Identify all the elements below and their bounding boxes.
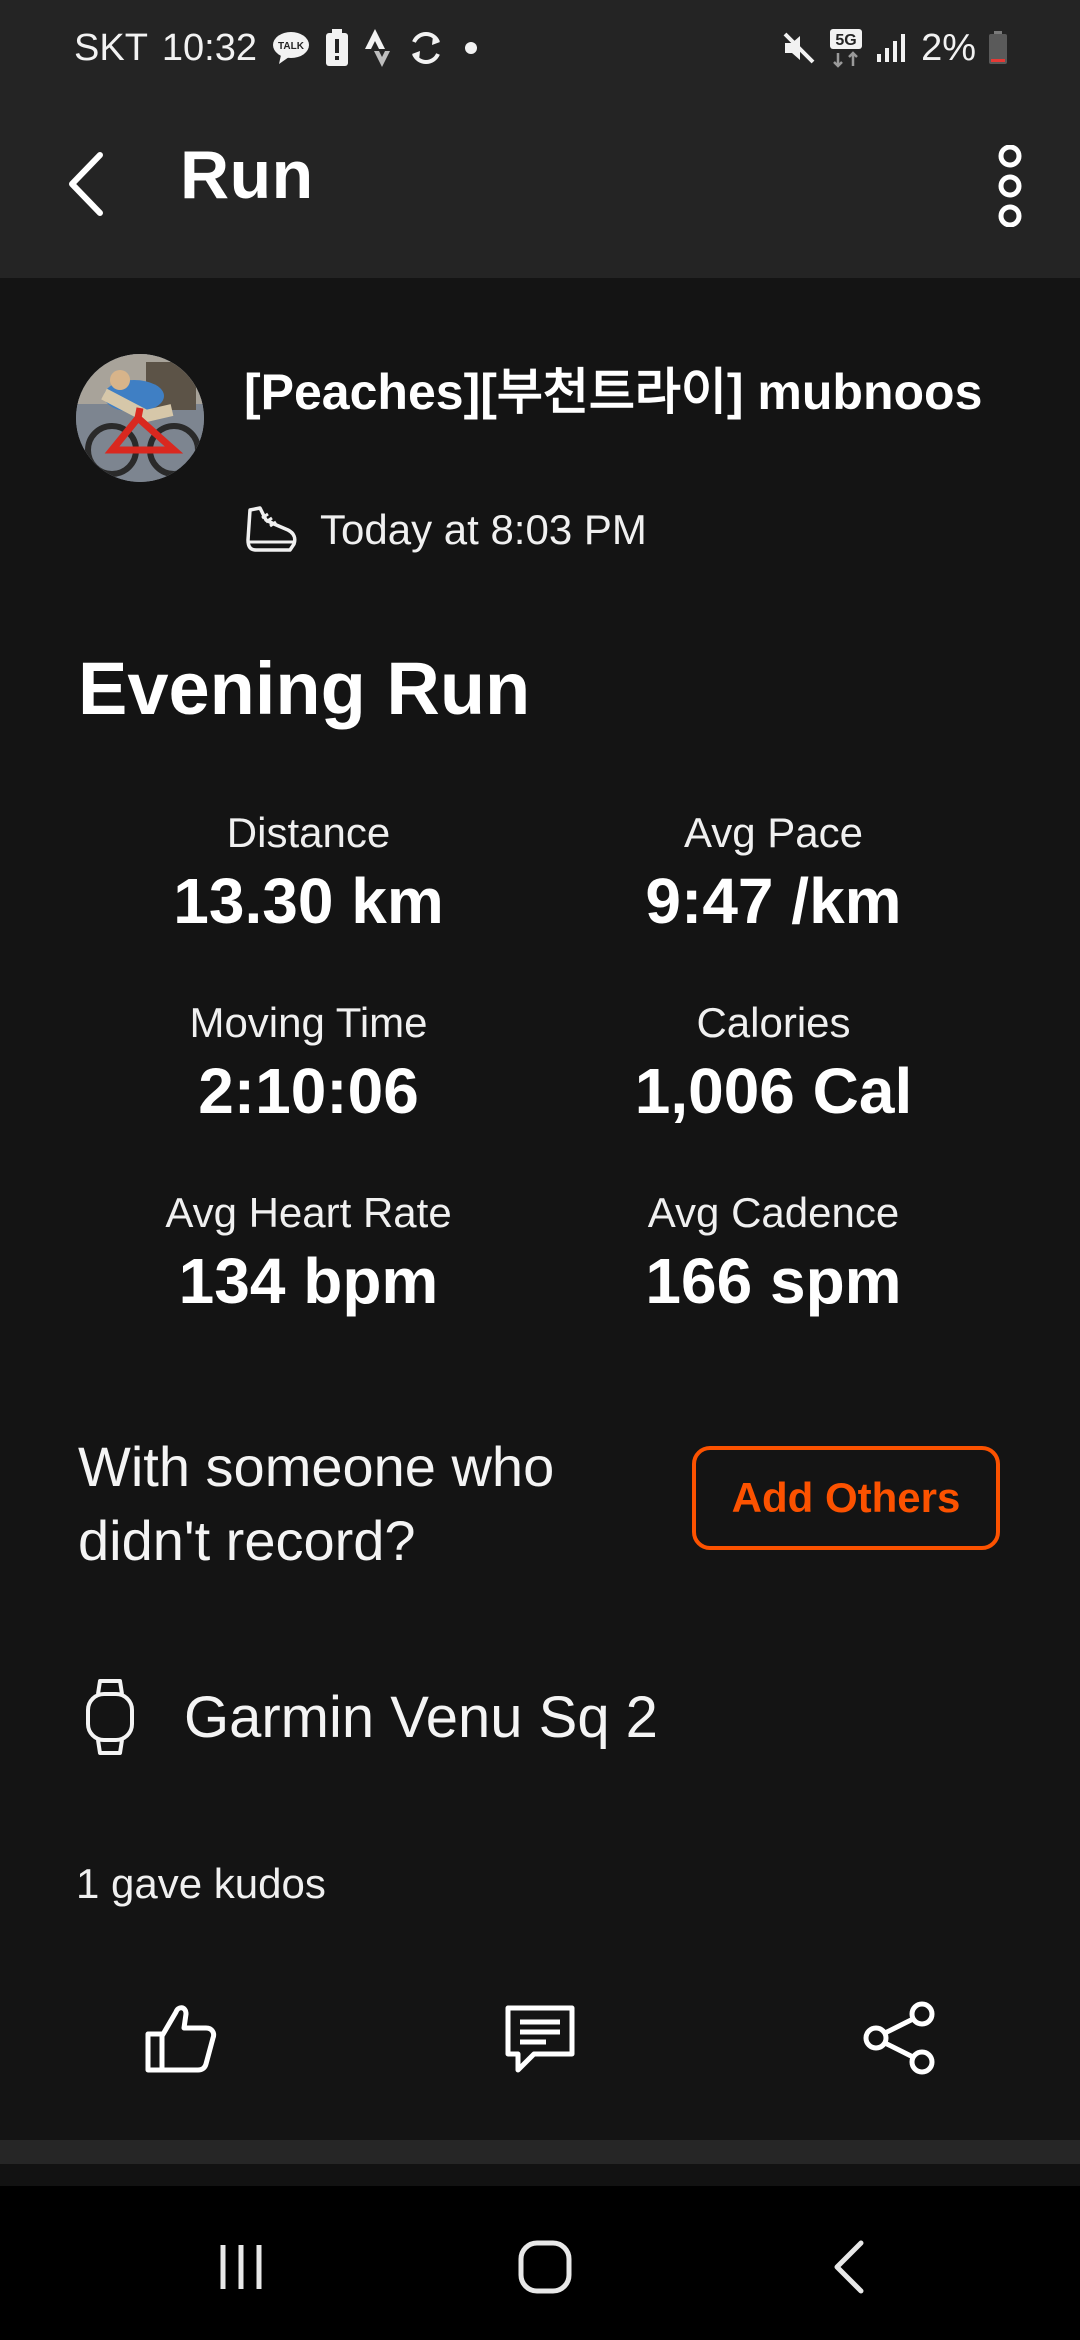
recent-apps-icon xyxy=(220,2245,262,2289)
battery-alert-icon xyxy=(325,29,349,67)
stat-value: 166 spm xyxy=(645,1245,902,1317)
comment-icon xyxy=(505,2005,575,2073)
thumbs-up-icon xyxy=(145,2005,217,2073)
athlete-header[interactable]: [Peaches][부천트라이] mubnoos Today at 8:03 P… xyxy=(76,354,1006,574)
kudos-count[interactable]: 1 gave kudos xyxy=(76,1860,326,1908)
stat-label: Calories xyxy=(696,999,851,1046)
activity-title: Evening Run xyxy=(78,647,531,730)
app-bar: Run xyxy=(0,96,1080,278)
back-button[interactable] xyxy=(56,144,116,224)
page-title: Run xyxy=(180,137,314,213)
battery-percent: 2% xyxy=(921,26,976,69)
stat-label: Distance xyxy=(226,809,391,856)
kudos-button[interactable] xyxy=(120,1978,240,2098)
with-others-prompt: With someone who didn't record? xyxy=(78,1435,555,1572)
stat-value: 2:10:06 xyxy=(198,1055,419,1127)
back-arrow-icon xyxy=(834,2240,864,2294)
stat-label: Avg Pace xyxy=(683,809,863,856)
battery-low-icon xyxy=(988,31,1008,65)
recent-apps-button[interactable] xyxy=(196,2222,286,2312)
stat-label: Moving Time xyxy=(189,999,428,1046)
share-icon xyxy=(863,2001,935,2075)
system-nav-bar xyxy=(0,2186,1080,2340)
section-divider xyxy=(0,2140,1080,2164)
network-5g-icon: 5G xyxy=(829,28,863,68)
stat-avg-pace: Avg Pace 9:47 /km xyxy=(541,808,1006,944)
athlete-name[interactable]: [Peaches][부천트라이] mubnoos xyxy=(244,354,1004,430)
running-shoe-icon xyxy=(246,506,297,552)
action-row xyxy=(0,1978,1080,2108)
stat-avg-cadence: Avg Cadence 166 spm xyxy=(541,1188,1006,1324)
clock: 10:32 xyxy=(161,26,257,69)
mute-icon xyxy=(781,30,817,66)
comment-button[interactable] xyxy=(480,1978,600,2098)
activity-meta: Today at 8:03 PM xyxy=(244,500,647,560)
status-bar: SKT 10:32 TALK 5G 2% xyxy=(0,0,1080,96)
system-back-button[interactable] xyxy=(804,2222,894,2312)
status-left: SKT 10:32 TALK xyxy=(74,22,483,74)
top-bar: SKT 10:32 TALK 5G 2% Run xyxy=(0,0,1080,278)
home-icon xyxy=(518,2240,572,2294)
notification-dot-icon xyxy=(459,36,483,60)
device-name: Garmin Venu Sq 2 xyxy=(184,1684,658,1750)
overflow-menu-button[interactable] xyxy=(980,136,1040,236)
stat-label: Avg Cadence xyxy=(647,1189,900,1236)
talk-message-icon: TALK xyxy=(271,30,311,66)
stat-avg-heart-rate: Avg Heart Rate 134 bpm xyxy=(76,1188,541,1324)
status-right: 5G 2% xyxy=(781,22,1008,74)
stat-value: 1,006 Cal xyxy=(634,1055,913,1127)
strava-logo-icon xyxy=(363,29,393,67)
activity-detail: [Peaches][부천트라이] mubnoos Today at 8:03 P… xyxy=(0,278,1080,2140)
share-button[interactable] xyxy=(840,1978,960,2098)
stat-moving-time: Moving Time 2:10:06 xyxy=(76,998,541,1134)
carrier-label: SKT xyxy=(74,26,148,69)
svg-text:TALK: TALK xyxy=(278,41,305,52)
signal-icon xyxy=(875,32,909,64)
stat-calories: Calories 1,006 Cal xyxy=(541,998,1006,1134)
avatar-photo xyxy=(76,354,204,482)
chevron-left-icon xyxy=(69,152,103,216)
avatar[interactable] xyxy=(76,354,204,482)
sync-icon xyxy=(407,29,445,67)
vertical-dots-icon xyxy=(998,145,1022,227)
stat-value: 9:47 /km xyxy=(645,865,902,937)
stat-value: 134 bpm xyxy=(178,1245,439,1317)
activity-timestamp: Today at 8:03 PM xyxy=(320,506,647,553)
home-button[interactable] xyxy=(500,2222,590,2312)
watch-icon xyxy=(86,1679,134,1755)
add-others-button[interactable]: Add Others xyxy=(692,1446,1000,1550)
stat-value: 13.30 km xyxy=(173,865,444,937)
network-type-label: 5G xyxy=(835,32,856,49)
device-row[interactable]: Garmin Venu Sq 2 xyxy=(84,1672,658,1762)
stat-label: Avg Heart Rate xyxy=(165,1189,452,1236)
stat-distance: Distance 13.30 km xyxy=(76,808,541,944)
